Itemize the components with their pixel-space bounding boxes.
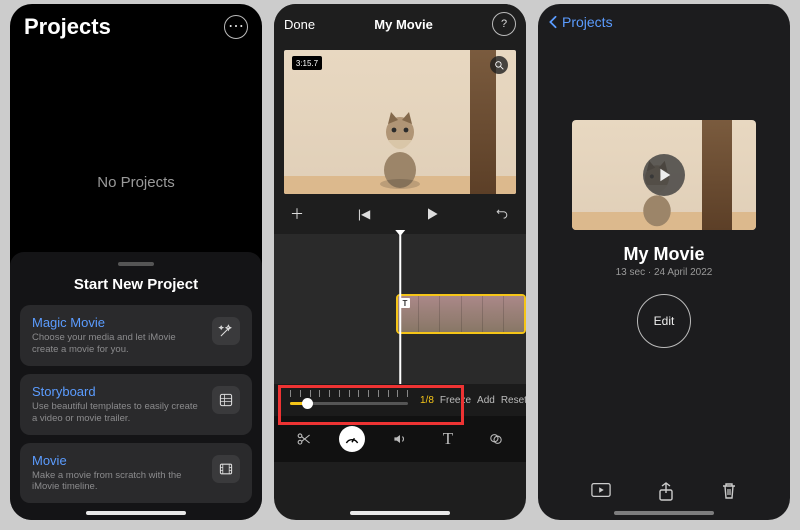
edit-button[interactable]: Edit: [637, 294, 691, 348]
home-indicator[interactable]: [614, 511, 714, 515]
reset-button[interactable]: Reset: [501, 395, 526, 406]
add-button[interactable]: Add: [477, 395, 495, 406]
add-media-icon[interactable]: ＋: [290, 204, 304, 224]
option-title: Movie: [32, 453, 202, 468]
option-subtitle: Use beautiful templates to easily create…: [32, 401, 202, 425]
storyboard-icon: [212, 386, 240, 414]
project-detail-screen: Projects My Movie 13 sec · 24 April 2022…: [538, 4, 790, 520]
filters-icon[interactable]: [483, 426, 509, 452]
play-icon[interactable]: [424, 206, 440, 222]
no-projects-label: No Projects: [10, 174, 262, 191]
more-options-icon[interactable]: [224, 15, 248, 39]
cat-illustration: [368, 90, 432, 190]
selected-clip[interactable]: T: [396, 294, 526, 334]
speedometer-icon[interactable]: [339, 426, 365, 452]
trash-icon[interactable]: [721, 482, 737, 502]
sheet-title: Start New Project: [20, 276, 252, 293]
film-icon: [212, 455, 240, 483]
freeze-button[interactable]: Freeze: [440, 395, 471, 406]
magic-wand-icon: [212, 317, 240, 345]
tool-bar: T: [274, 416, 526, 462]
speed-slider[interactable]: [290, 390, 408, 410]
projects-screen: Projects No Projects Start New Project M…: [10, 4, 262, 520]
project-title: My Movie: [538, 244, 790, 265]
back-label: Projects: [562, 14, 613, 30]
option-subtitle: Choose your media and let iMovie create …: [32, 332, 202, 356]
undo-icon[interactable]: [494, 206, 510, 222]
movie-title: My Movie: [374, 17, 433, 32]
home-indicator[interactable]: [86, 511, 186, 515]
slider-thumb[interactable]: [302, 398, 313, 409]
option-title: Magic Movie: [32, 315, 202, 330]
speed-control-row: 1/8 Freeze Add Reset: [274, 384, 526, 416]
option-storyboard[interactable]: Storyboard Use beautiful templates to ea…: [20, 374, 252, 435]
clip-duration-badge: 3:15.7: [292, 56, 322, 70]
option-subtitle: Make a movie from scratch with the iMovi…: [32, 470, 202, 494]
titles-icon[interactable]: T: [435, 426, 461, 452]
new-project-sheet: Start New Project Magic Movie Choose you…: [10, 252, 262, 520]
sheet-grabber[interactable]: [118, 262, 154, 266]
scissors-icon[interactable]: [291, 426, 317, 452]
play-fullscreen-icon[interactable]: [591, 482, 611, 502]
option-magic-movie[interactable]: Magic Movie Choose your media and let iM…: [20, 305, 252, 366]
chevron-left-icon: [548, 15, 558, 29]
help-icon[interactable]: ?: [492, 12, 516, 36]
speed-value: 1/8: [420, 395, 434, 406]
timeline[interactable]: T: [274, 234, 526, 384]
volume-icon[interactable]: [387, 426, 413, 452]
transport-bar: ＋ |◀: [274, 194, 526, 234]
home-indicator[interactable]: [350, 511, 450, 515]
playhead[interactable]: [399, 234, 401, 384]
video-preview[interactable]: 3:15.7: [284, 50, 516, 194]
back-button[interactable]: Projects: [538, 4, 790, 40]
share-icon[interactable]: [658, 482, 674, 502]
project-subtitle: 13 sec · 24 April 2022: [538, 267, 790, 278]
option-title: Storyboard: [32, 384, 202, 399]
projects-title: Projects: [24, 14, 111, 40]
option-movie[interactable]: Movie Make a movie from scratch with the…: [20, 443, 252, 504]
prev-frame-icon[interactable]: |◀: [358, 207, 370, 221]
zoom-icon[interactable]: [490, 56, 508, 74]
project-thumbnail[interactable]: [572, 120, 756, 230]
play-overlay-icon[interactable]: [643, 154, 685, 196]
editor-screen: Done My Movie ? 3:15.7 ＋ |◀: [274, 4, 526, 520]
done-button[interactable]: Done: [284, 17, 315, 32]
title-marker-icon: T: [400, 298, 410, 308]
